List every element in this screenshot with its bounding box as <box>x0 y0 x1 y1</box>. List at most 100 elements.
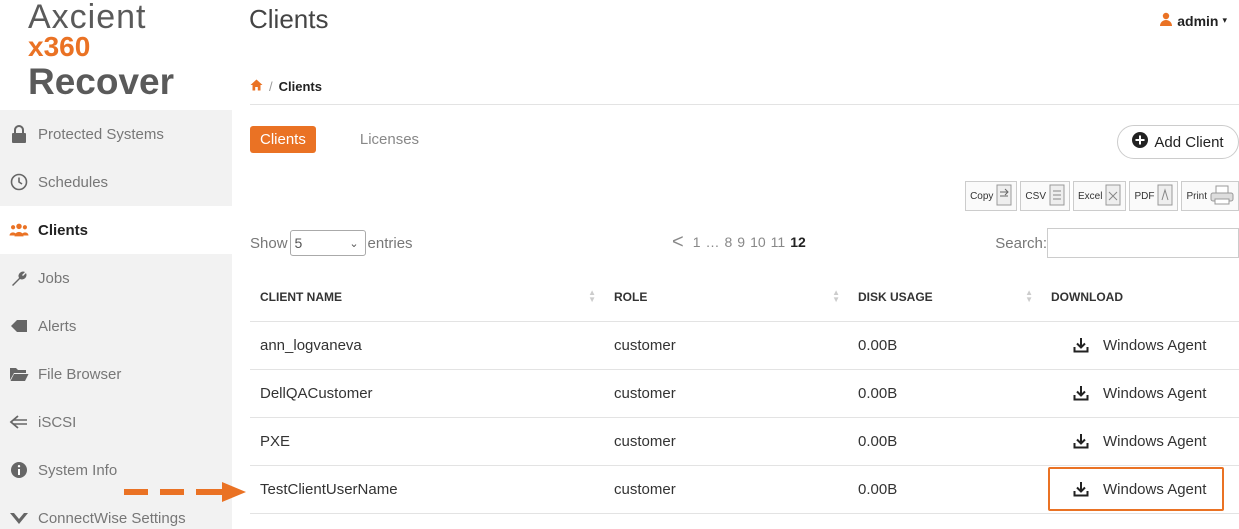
csv-label: CSV <box>1025 190 1046 202</box>
sort-icon: ▲ ▼ <box>1025 288 1033 304</box>
windows-agent-link[interactable]: Windows Agent <box>1103 481 1206 498</box>
arrows-icon <box>9 412 29 432</box>
previous-page-icon[interactable]: < <box>672 232 684 252</box>
brand-module: Recover <box>28 61 175 102</box>
client-name-cell[interactable]: TestClientUserName <box>250 465 604 514</box>
role-cell: customer <box>604 369 848 418</box>
page-link[interactable]: 1 <box>693 234 701 250</box>
pagination: < 1 … 8 9 10 11 12 <box>672 232 806 252</box>
table-row: PXE customer 0.00B Windows Agent <box>250 417 1239 466</box>
printer-icon <box>1210 185 1234 208</box>
role-cell: customer <box>604 465 848 514</box>
pagination-ellipsis: … <box>705 234 720 250</box>
download-cell: Windows Agent <box>1041 321 1239 370</box>
client-name-cell[interactable]: PXE <box>250 417 604 466</box>
windows-agent-link[interactable]: Windows Agent <box>1103 433 1206 450</box>
download-icon[interactable] <box>1073 481 1089 497</box>
show-label: Show <box>250 234 288 252</box>
csv-button[interactable]: CSV <box>1020 181 1070 211</box>
column-header-client-name[interactable]: CLIENT NAME ▲ ▼ <box>250 273 604 322</box>
table-row: TestClientUserName customer 0.00B Window… <box>250 465 1239 514</box>
sidebar-item-clients[interactable]: Clients <box>0 206 232 254</box>
page-title: Clients <box>249 4 329 34</box>
users-icon <box>9 220 29 240</box>
page-link[interactable]: 9 <box>737 234 745 250</box>
sidebar-item-alerts[interactable]: Alerts <box>0 302 232 350</box>
brand-name: Axcient <box>28 0 147 36</box>
sidebar-item-label: Protected Systems <box>38 125 164 143</box>
search-control: Search: <box>995 228 1239 258</box>
user-menu[interactable]: admin ▾ <box>1159 12 1227 29</box>
breadcrumb-separator: / <box>269 79 273 94</box>
clients-table: CLIENT NAME ▲ ▼ ROLE ▲ ▼ DISK USAGE ▲ ▼ DOWNLO… <box>250 273 1239 514</box>
sidebar-item-label: Jobs <box>38 269 70 287</box>
tag-icon <box>9 316 29 336</box>
client-name-cell[interactable]: DellQACustomer <box>250 369 604 418</box>
sidebar-item-jobs[interactable]: Jobs <box>0 254 232 302</box>
sidebar-item-protected-systems[interactable]: Protected Systems <box>0 110 232 158</box>
tab-licenses[interactable]: Licenses <box>350 126 429 153</box>
tab-clients[interactable]: Clients <box>250 126 316 153</box>
current-page[interactable]: 12 <box>790 234 806 250</box>
column-label: ROLE <box>614 289 648 304</box>
show-entries-control: Show 5 ⌄ entries <box>250 230 413 256</box>
sidebar-item-label: ConnectWise Settings <box>38 509 186 527</box>
column-header-download: DOWNLOAD <box>1041 273 1239 322</box>
tab-bar: Clients Licenses <box>250 126 429 153</box>
download-icon[interactable] <box>1073 385 1089 401</box>
download-icon[interactable] <box>1073 337 1089 353</box>
print-label: Print <box>1186 190 1207 202</box>
sidebar-item-iscsi[interactable]: iSCSI <box>0 398 232 446</box>
sidebar-item-label: File Browser <box>38 365 122 383</box>
column-label: DISK USAGE <box>858 289 933 304</box>
windows-agent-link[interactable]: Windows Agent <box>1103 385 1206 402</box>
breadcrumb: / Clients <box>250 79 322 94</box>
folder-icon <box>9 364 29 384</box>
entries-value: 5 <box>294 235 303 251</box>
wrench-icon <box>9 268 29 288</box>
page-link[interactable]: 11 <box>771 234 786 250</box>
excel-button[interactable]: Excel <box>1072 181 1127 211</box>
download-icon[interactable] <box>1073 433 1089 449</box>
copy-button[interactable]: Copy <box>965 181 1018 211</box>
client-name-cell[interactable]: ann_logvaneva <box>250 321 604 370</box>
callout-arrow-icon <box>124 482 246 502</box>
entries-label: entries <box>367 234 413 252</box>
sidebar-item-label: iSCSI <box>38 413 77 431</box>
sort-icon: ▲ ▼ <box>588 288 596 304</box>
sort-icon: ▲ ▼ <box>832 288 840 304</box>
search-input[interactable] <box>1047 228 1239 258</box>
main-content: Clients admin ▾ / Clients Clients Licens… <box>232 0 1239 529</box>
column-header-disk-usage[interactable]: DISK USAGE ▲ ▼ <box>848 273 1041 322</box>
disk-usage-cell: 0.00B <box>848 321 1041 370</box>
entries-select[interactable]: 5 ⌄ <box>289 230 366 256</box>
search-label: Search: <box>995 234 1047 252</box>
download-cell: Windows Agent <box>1041 369 1239 418</box>
excel-file-icon <box>1105 184 1121 209</box>
info-icon <box>9 460 29 480</box>
page-link[interactable]: 10 <box>750 234 766 250</box>
excel-label: Excel <box>1077 190 1103 202</box>
table-header-row: CLIENT NAME ▲ ▼ ROLE ▲ ▼ DISK USAGE ▲ ▼ DOWNLO… <box>250 273 1239 322</box>
sidebar-item-label: Schedules <box>38 173 109 191</box>
export-toolbar: Copy CSV Excel PDF Print <box>965 181 1239 211</box>
sidebar-nav: Protected Systems Schedules Clients Jobs… <box>0 110 232 529</box>
sidebar-item-file-browser[interactable]: File Browser <box>0 350 232 398</box>
pdf-button[interactable]: PDF <box>1129 181 1179 211</box>
home-icon[interactable] <box>250 79 263 94</box>
add-client-button[interactable]: Add Client <box>1117 125 1239 159</box>
sidebar-item-schedules[interactable]: Schedules <box>0 158 232 206</box>
disk-usage-cell: 0.00B <box>848 465 1041 514</box>
csv-file-icon <box>1049 184 1065 209</box>
sidebar-item-label: System Info <box>38 461 118 479</box>
clock-icon <box>9 172 29 192</box>
role-cell: customer <box>604 321 848 370</box>
page-link[interactable]: 8 <box>724 234 732 250</box>
breadcrumb-divider <box>250 104 1239 105</box>
windows-agent-link[interactable]: Windows Agent <box>1103 337 1206 354</box>
column-header-role[interactable]: ROLE ▲ ▼ <box>604 273 848 322</box>
print-button[interactable]: Print <box>1181 181 1239 211</box>
pdf-file-icon <box>1157 184 1173 209</box>
brand-logo: Axcient x360 Recover <box>0 0 232 110</box>
lock-icon <box>9 124 29 144</box>
